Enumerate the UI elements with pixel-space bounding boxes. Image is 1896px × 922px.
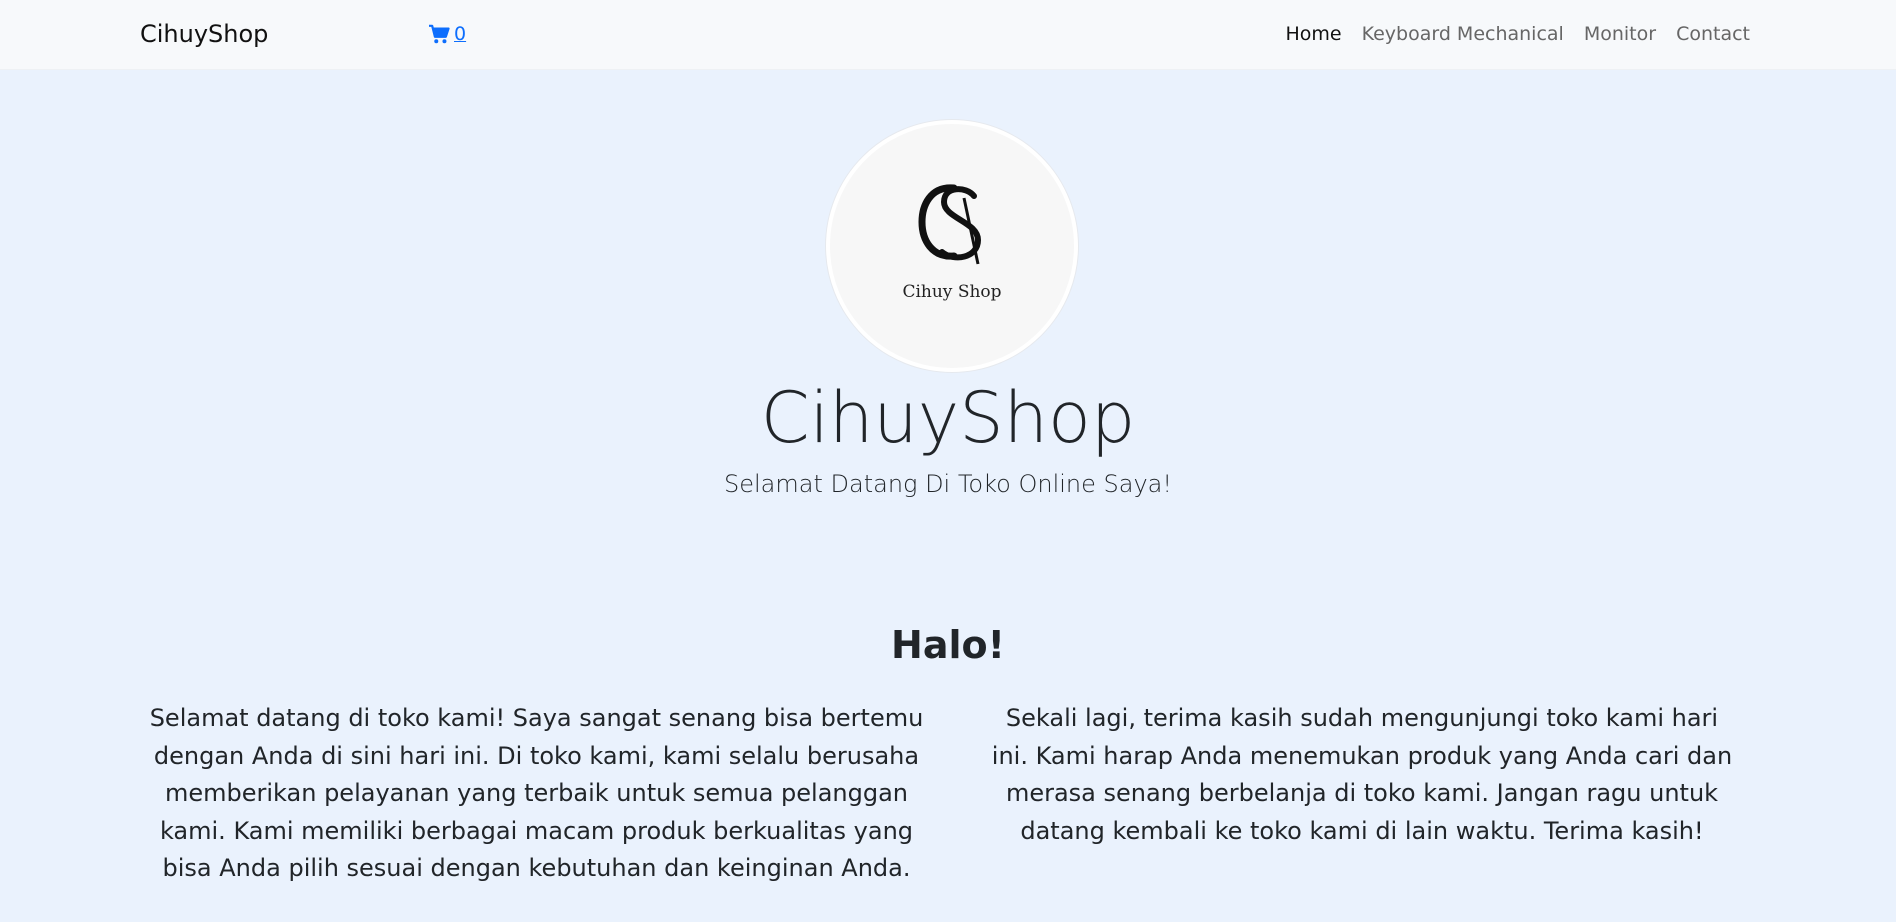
hero-subtitle: Selamat Datang Di Toko Online Saya! — [724, 470, 1172, 498]
cart-count: 0 — [454, 23, 467, 45]
navbar-brand[interactable]: CihuyShop — [140, 18, 268, 50]
about-heading: Halo! — [891, 623, 1005, 667]
navbar: CihuyShop 0 Home Keyboard Mechanical Mon… — [0, 0, 1896, 70]
hero-title: CihuyShop — [760, 377, 1136, 459]
nav-menu: Home Keyboard Mechanical Monitor Contact — [1285, 21, 1750, 47]
shop-logo: Cihuy Shop — [826, 120, 1078, 372]
cart-link[interactable]: 0 — [428, 21, 466, 47]
nav-item-monitor[interactable]: Monitor — [1584, 21, 1656, 47]
nav-item-keyboard-mechanical[interactable]: Keyboard Mechanical — [1362, 21, 1564, 47]
about-right-paragraph: Sekali lagi, terima kasih sudah mengunju… — [991, 704, 1733, 845]
about-right-column: Sekali lagi, terima kasih sudah mengunju… — [985, 700, 1739, 850]
about-left-column: Selamat datang di toko kami! Saya sangat… — [140, 700, 933, 888]
cs-monogram-icon — [918, 184, 982, 265]
nav-item-contact[interactable]: Contact — [1676, 21, 1750, 47]
about-left-paragraph: Selamat datang di toko kami! Saya sangat… — [149, 704, 924, 882]
cart-icon — [429, 24, 450, 44]
logo-text: Cihuy Shop — [902, 282, 1002, 302]
nav-item-home[interactable]: Home — [1285, 21, 1341, 47]
